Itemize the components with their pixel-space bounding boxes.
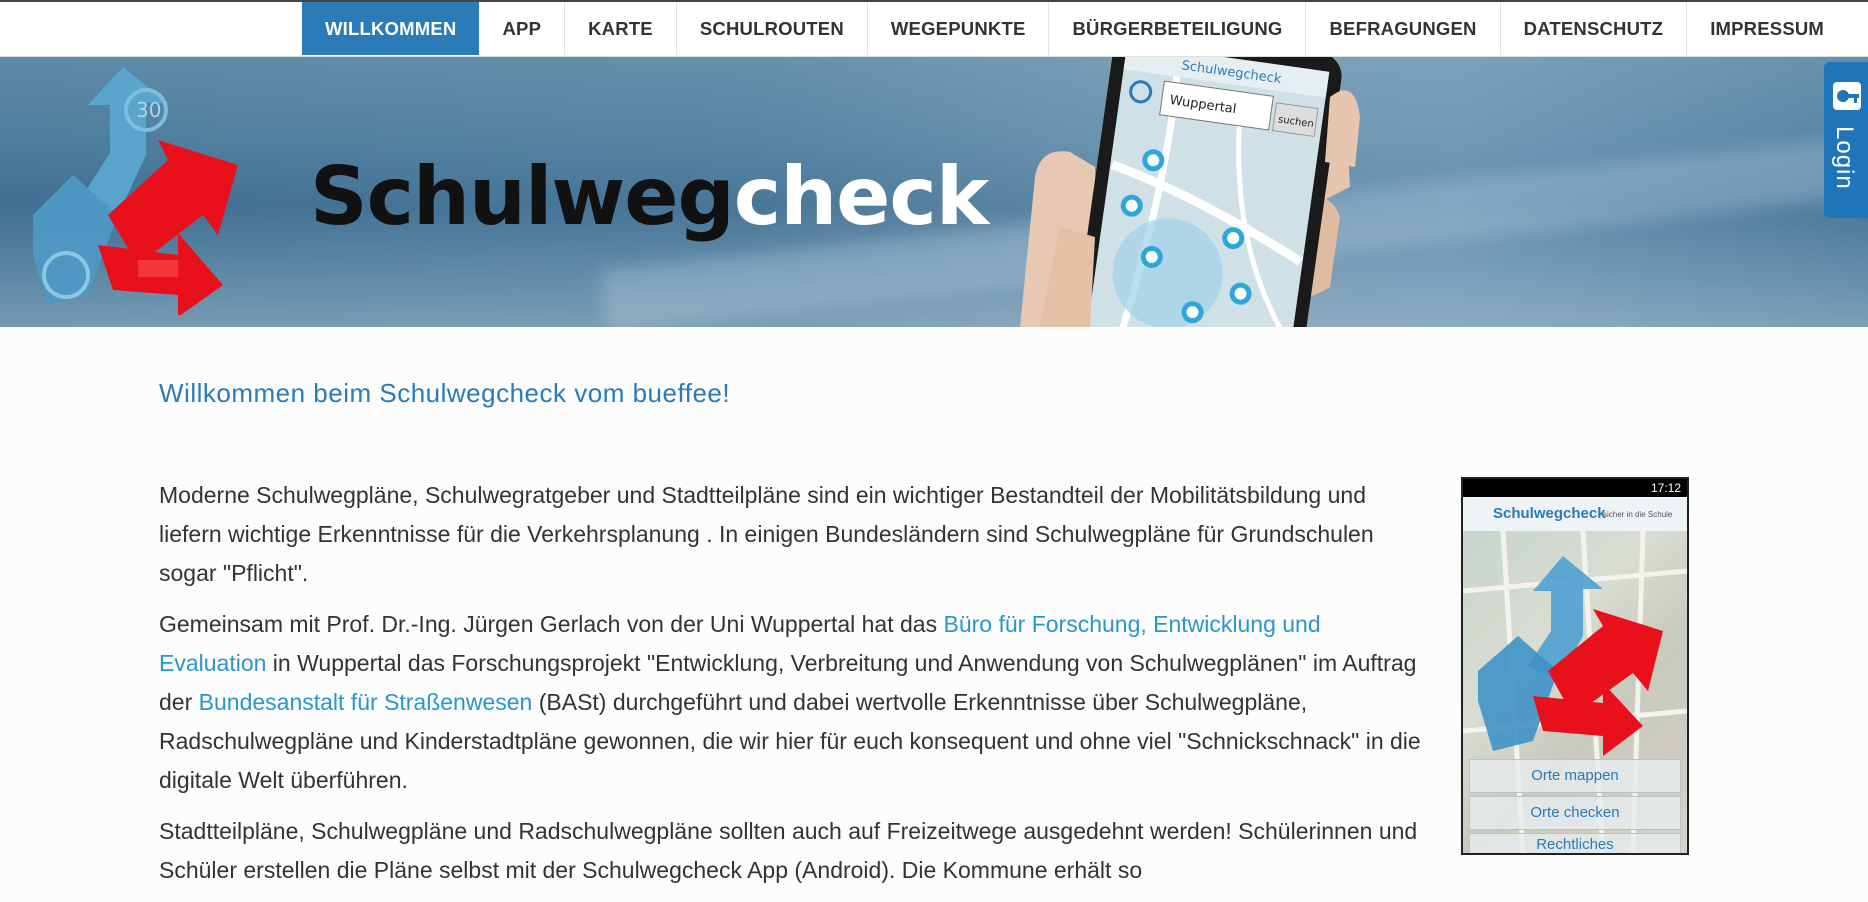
login-label: Login [1831,126,1858,190]
bast-link[interactable]: Bundesanstalt für Straßenwesen [199,689,533,715]
page-title: Willkommen beim Schulwegcheck vom bueffe… [159,378,731,408]
nav-item-buergerbeteiligung[interactable]: BÜRGERBETEILIGUNG [1049,2,1307,55]
top-navigation: WILLKOMMEN APP KARTE SCHULROUTEN WEGEPUN… [0,0,1868,57]
app-subtitle: sicher in die Schule [1603,510,1673,519]
nav-item-app[interactable]: APP [479,2,566,55]
freizeit-paragraph: Stadtteilpläne, Schulwegpläne und Radsch… [159,818,1418,883]
nav-list: WILLKOMMEN APP KARTE SCHULROUTEN WEGEPUN… [302,2,1847,57]
app-title: Schulwegcheck [1493,505,1606,522]
phone-in-hand-image: Schulwegcheck Wuppertal suchen [1020,57,1360,327]
nav-item-karte[interactable]: KARTE [565,2,677,55]
app-header: Schulwegcheck sicher in die Schule [1463,497,1687,531]
app-status-bar: 17:12 [1463,479,1687,497]
intro-paragraph: Moderne Schulwegpläne, Schulwegratgeber … [159,482,1374,586]
app-status-time: 17:12 [1650,481,1681,495]
main-content: Moderne Schulwegpläne, Schulwegratgeber … [159,476,1429,902]
app-screenshot[interactable]: 17:12 Schulwegcheck sicher in die Schule… [1461,477,1689,855]
nav-item-befragungen[interactable]: BEFRAGUNGEN [1306,2,1501,55]
nav-item-willkommen[interactable]: WILLKOMMEN [302,2,480,55]
rechtliches-button[interactable]: Rechtliches [1469,833,1681,853]
app-map-background: Orte mappen Orte checken Rechtliches [1462,530,1688,854]
nav-item-wegepunkte[interactable]: WEGEPUNKTE [868,2,1050,55]
project-text-1: Gemeinsam mit Prof. Dr.-Ing. Jürgen Gerl… [159,611,944,637]
project-paragraph: Gemeinsam mit Prof. Dr.-Ing. Jürgen Gerl… [159,605,1429,800]
header-banner: 30 Schulwegcheck Schulwegcheck Wuppertal… [0,57,1868,327]
nav-item-datenschutz[interactable]: DATENSCHUTZ [1501,2,1688,55]
key-icon [1833,82,1861,110]
nav-item-schulrouten[interactable]: SCHULROUTEN [677,2,868,55]
nav-item-impressum[interactable]: IMPRESSUM [1687,2,1847,55]
orte-mappen-button[interactable]: Orte mappen [1469,759,1681,793]
logo-badge: 30 [136,98,161,122]
login-tab[interactable]: Login [1824,62,1868,218]
orte-checken-button[interactable]: Orte checken [1469,796,1681,830]
banner-title: Schulwegcheck [310,157,989,237]
banner-title-light: check [733,150,989,243]
banner-title-dark: Schulweg [310,150,735,243]
schulwegcheck-logo[interactable]: 30 [28,65,248,315]
